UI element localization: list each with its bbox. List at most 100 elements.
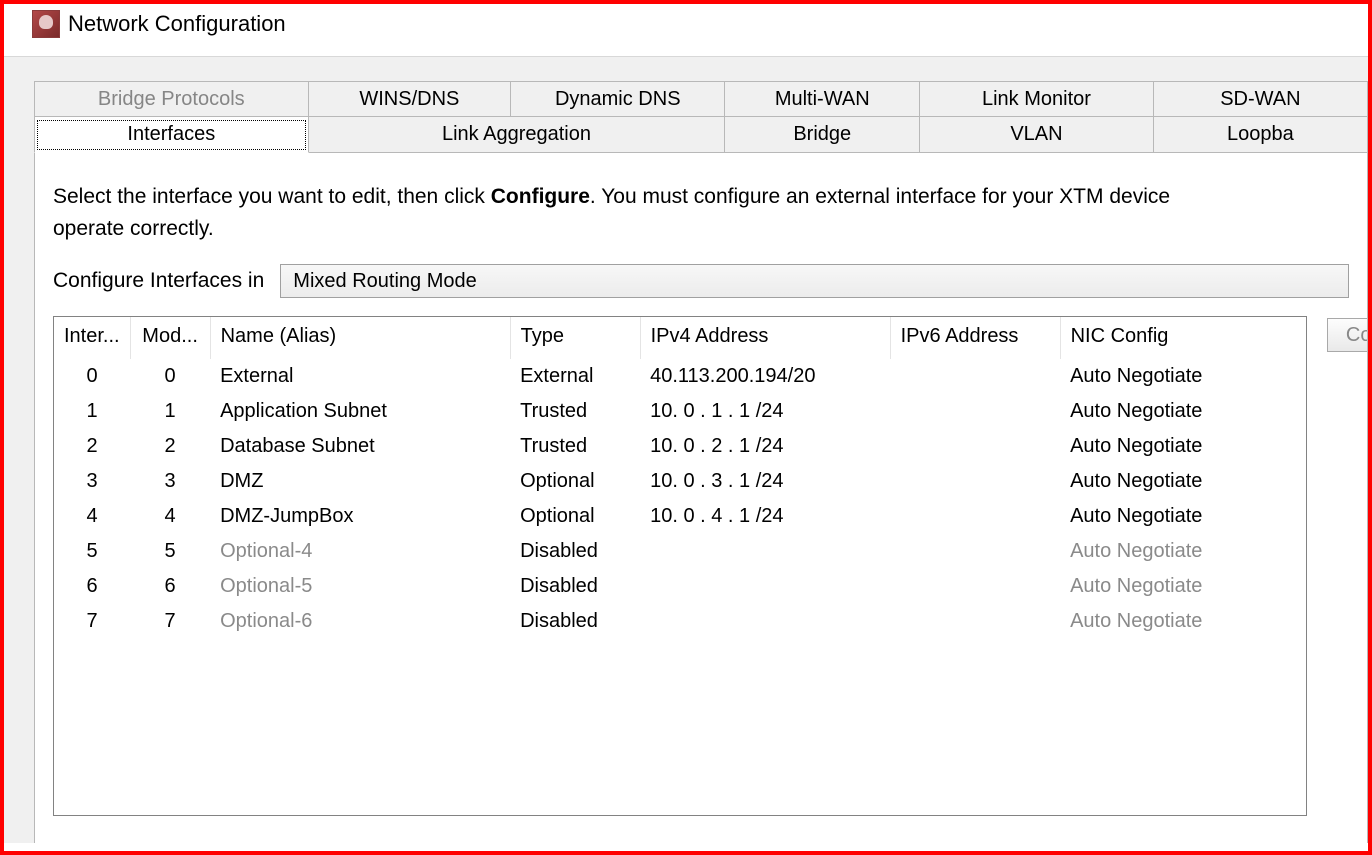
tab-interfaces[interactable]: Interfaces [34, 117, 309, 153]
window-title: Network Configuration [68, 11, 286, 37]
cell-ipv6 [890, 464, 1060, 499]
cell-name: Database Subnet [210, 429, 510, 464]
tab-bridge[interactable]: Bridge [725, 117, 920, 153]
col-header-type[interactable]: Type [510, 317, 640, 359]
mode-label: Configure Interfaces in [53, 269, 264, 293]
cell-text: 6 [86, 575, 97, 597]
cell-mod: 5 [130, 534, 210, 569]
cell-nic: Auto Negotiate [1060, 464, 1306, 499]
configure-button[interactable]: Conf [1327, 318, 1368, 352]
cell-text: 4 [165, 505, 176, 527]
mode-row: Configure Interfaces in Mixed Routing Mo… [53, 264, 1349, 298]
cell-ipv6 [890, 499, 1060, 534]
col-header-interface[interactable]: Inter... [54, 317, 130, 359]
cell-text: DMZ-JumpBox [220, 505, 353, 527]
cell-text: Auto Negotiate [1070, 505, 1202, 527]
col-header-ipv6[interactable]: IPv6 Address [890, 317, 1060, 359]
cell-name: DMZ [210, 464, 510, 499]
cell-mod: 3 [130, 464, 210, 499]
table-row[interactable]: 3 3 DMZ Optional 10. 0 . 3 . 1 /24 Auto Negot… [54, 464, 1306, 499]
cell-text: 6 [165, 575, 176, 597]
cell-text: 3 [165, 470, 176, 492]
table-row[interactable]: 11Application SubnetTrusted10. 0 . 1 . 1… [54, 394, 1306, 429]
cell-ipv4 [640, 604, 890, 639]
tab-bridge-protocols[interactable]: Bridge Protocols [34, 81, 309, 117]
cell-text: Application Subnet [220, 400, 387, 422]
cell-text: Auto Negotiate [1070, 435, 1202, 457]
tab-dynamic-dns[interactable]: Dynamic DNS [511, 81, 725, 117]
cell-text: Auto Negotiate [1070, 400, 1202, 422]
cell-text: 0 [86, 365, 97, 387]
cell-text: Disabled [520, 540, 598, 562]
cell-text: 10. 0 . 1 . 1 /24 [650, 400, 783, 422]
cell-text: 3 [86, 470, 97, 492]
tab-loopba[interactable]: Loopba [1154, 117, 1368, 153]
tab-multi-wan[interactable]: Multi-WAN [725, 81, 920, 117]
cell-ipv6 [890, 394, 1060, 429]
cell-name: Optional-4 [210, 534, 510, 569]
cell-text: External [520, 365, 593, 387]
cell-ipv4 [640, 569, 890, 604]
cell-type: External [510, 359, 640, 395]
col-header-module[interactable]: Mod... [130, 317, 210, 359]
table-row[interactable]: 55Optional-4DisabledAuto Negotiate [54, 534, 1306, 569]
cell-nic: Auto Negotiate [1060, 359, 1306, 395]
table-header-row: Inter... Mod... Name (Alias) Type IPv4 A… [54, 317, 1306, 359]
table-row[interactable]: 00ExternalExternal40.113.200.194/20Auto … [54, 359, 1306, 395]
mode-select-value: Mixed Routing Mode [293, 270, 476, 292]
cell-mod: 4 [130, 499, 210, 534]
cell-nic: Auto Negotiate [1060, 569, 1306, 604]
cell-inter: 6 [54, 569, 130, 604]
cell-text: 1 [165, 400, 176, 422]
cell-text: 10. 0 . 3 . 1 /24 [650, 470, 783, 492]
instruction-part2: . You must configure an external interfa… [590, 185, 1170, 208]
cell-text: 2 [165, 435, 176, 457]
tab-label: Interfaces [127, 123, 215, 145]
tab-vlan[interactable]: VLAN [920, 117, 1154, 153]
cell-text: 10. 0 . 4 . 1 /24 [650, 505, 783, 527]
cell-text: Optional [520, 470, 595, 492]
cell-text: 4 [86, 505, 97, 527]
tab-label: Bridge Protocols [98, 88, 245, 110]
mode-select[interactable]: Mixed Routing Mode [280, 264, 1349, 298]
tab-wins-dns[interactable]: WINS/DNS [309, 81, 512, 117]
cell-mod: 0 [130, 359, 210, 395]
cell-name: External [210, 359, 510, 395]
cell-text: 7 [165, 610, 176, 632]
table-row[interactable]: 66Optional-5DisabledAuto Negotiate [54, 569, 1306, 604]
col-header-name[interactable]: Name (Alias) [210, 317, 510, 359]
cell-ipv4 [640, 534, 890, 569]
tab-sd-wan[interactable]: SD-WAN [1154, 81, 1368, 117]
cell-type: Optional [510, 499, 640, 534]
cell-name: Application Subnet [210, 394, 510, 429]
cell-type: Disabled [510, 604, 640, 639]
cell-inter: 2 [54, 429, 130, 464]
cell-ipv6 [890, 534, 1060, 569]
cell-mod: 1 [130, 394, 210, 429]
cell-ipv4: 10. 0 . 3 . 1 /24 [640, 464, 890, 499]
cell-nic: Auto Negotiate [1060, 499, 1306, 534]
cell-text: 40.113.200.194/20 [650, 365, 815, 387]
instruction-bold: Configure [491, 185, 590, 208]
table-row[interactable]: 4 4 DMZ-JumpBox Optional 10. 0 . 4 . 1 /24 Au… [54, 499, 1306, 534]
cell-text: Disabled [520, 610, 598, 632]
col-header-nic[interactable]: NIC Config [1060, 317, 1306, 359]
cell-type: Optional [510, 464, 640, 499]
tab-label: Loopba [1227, 123, 1294, 145]
tab-label: SD-WAN [1220, 88, 1300, 110]
table-row[interactable]: 77Optional-6DisabledAuto Negotiate [54, 604, 1306, 639]
cell-text: Optional [520, 505, 595, 527]
table-row[interactable]: 2 2 Database SubnetTrusted10. 0 . 2 . 1 /2… [54, 429, 1306, 464]
col-header-ipv4[interactable]: IPv4 Address [640, 317, 890, 359]
cell-inter: 3 [54, 464, 130, 499]
tab-link-aggregation[interactable]: Link Aggregation [309, 117, 726, 153]
cell-text: 7 [86, 610, 97, 632]
cell-inter: 7 [54, 604, 130, 639]
tab-strip: Bridge Protocols WINS/DNSDynamic DNSMulti… [34, 81, 1368, 153]
tab-label: Link Aggregation [442, 123, 591, 145]
cell-type: Trusted [510, 429, 640, 464]
cell-type: Disabled [510, 534, 640, 569]
tab-link-monitor[interactable]: Link Monitor [920, 81, 1154, 117]
cell-inter: 0 [54, 359, 130, 395]
cell-ipv4: 10. 0 . 2 . 1 /24 [640, 429, 890, 464]
